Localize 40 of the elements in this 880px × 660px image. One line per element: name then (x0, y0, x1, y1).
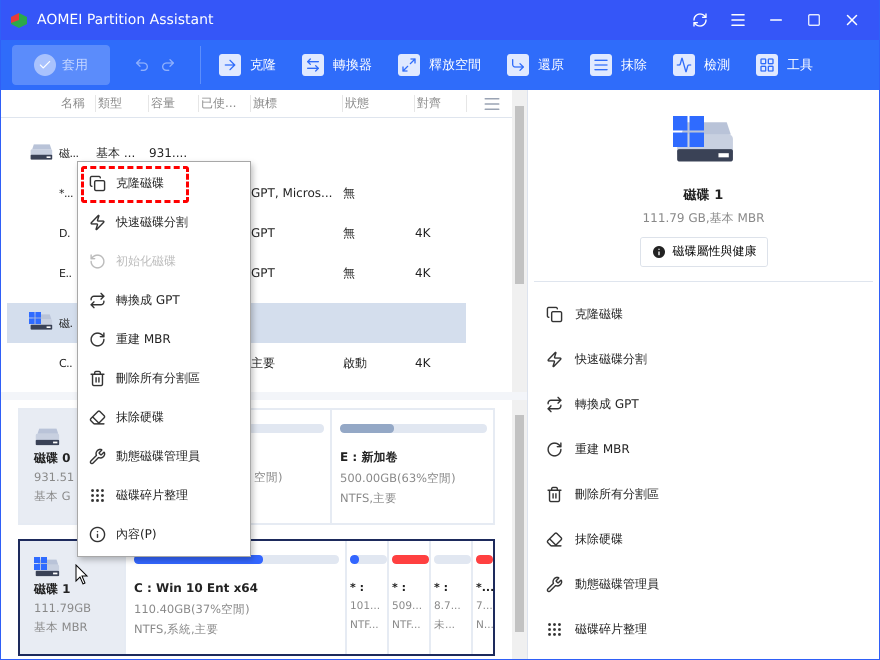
table-cell: GPT (251, 226, 275, 240)
partition-detail: N... (476, 618, 494, 633)
table-cell: 4K (415, 226, 431, 240)
disk-summary: 111.79 GB,基本 MBR (642, 210, 764, 227)
disk-title: 磁碟 1 (684, 186, 724, 204)
disk-name: 磁碟 1 (34, 582, 71, 598)
table-cell: GPT (251, 266, 275, 280)
table-cell: 4K (415, 356, 431, 370)
partition-name: * : (434, 581, 448, 596)
disk-size: 931.51 (34, 470, 74, 486)
partition-detail: 未... (434, 618, 456, 633)
disk-type: 基本 G (34, 489, 71, 504)
partition-detail: 空閒) (254, 470, 282, 485)
table-cell: 4K (415, 266, 431, 280)
partition-detail: 101... (350, 600, 380, 614)
partition-name: E : 新加卷 (340, 450, 398, 466)
disk-size: 111.79GB (34, 601, 92, 616)
partition-detail: 500.00GB(63%空閒) (340, 470, 456, 486)
partition-detail: 509... (392, 600, 422, 614)
table-cell: 無 (343, 184, 355, 202)
partition-name: * : (392, 581, 406, 596)
window-title: AOMEI Partition Assistant (37, 12, 214, 28)
table-cell: 931.... (149, 146, 188, 160)
table-cell: 無 (343, 264, 355, 282)
table-cell: GPT, Micros... (251, 186, 332, 200)
partition-detail: NTFS,系統,主要 (134, 622, 219, 636)
disk-name: 磁碟 0 (34, 450, 71, 466)
partition-detail: 7... (476, 600, 493, 614)
partition-detail: 110.40GB(37%空閒) (134, 602, 250, 617)
table-cell: 啟動 (343, 354, 367, 372)
table-cell: 無 (343, 224, 355, 242)
partition-detail: NTF... (392, 618, 421, 633)
disk-type: 基本 MBR (34, 620, 88, 636)
partition-detail: 8.7... (434, 600, 461, 614)
table-cell: 基本 ... (96, 144, 136, 162)
partition-detail: NTFS,主要 (340, 490, 397, 506)
partition-name: C : Win 10 Ent x64 (134, 581, 258, 597)
table-cell: 主要 (251, 354, 275, 372)
partition-detail: NTF... (350, 618, 379, 633)
partition-name: * : (350, 581, 364, 596)
